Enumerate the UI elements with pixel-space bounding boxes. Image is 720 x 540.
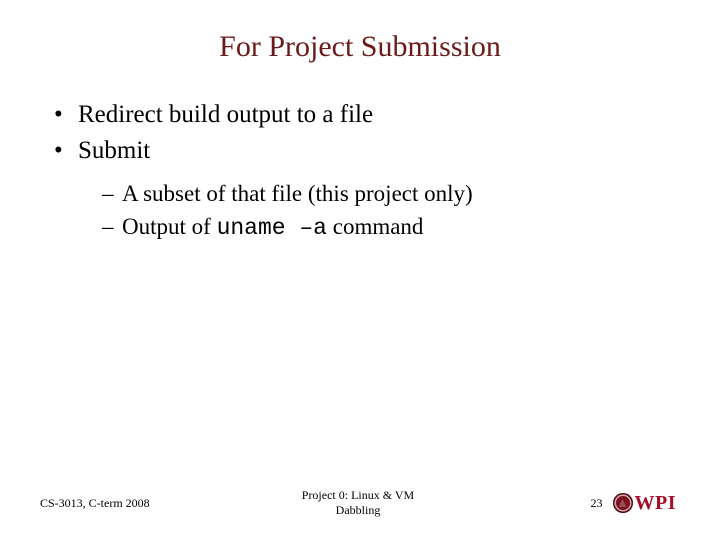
bullet-text: Submit [78, 137, 150, 164]
sub-bullet-text-after: command [327, 214, 423, 239]
sub-bullet-list: A subset of that file (this project only… [102, 178, 670, 244]
bullet-list: Redirect build output to a file Submit A… [54, 98, 670, 244]
sub-bullet-item: A subset of that file (this project only… [102, 178, 670, 209]
sub-bullet-item: Output of uname –a command [102, 211, 670, 244]
slide: For Project Submission Redirect build ou… [0, 0, 720, 540]
sub-bullet-code: uname –a [217, 215, 327, 241]
bullet-item: Submit A subset of that file (this proje… [54, 134, 670, 244]
sub-bullet-text: A subset of that file (this project only… [122, 181, 473, 206]
footer-center-line2: Dabbling [336, 503, 381, 517]
footer-center: Project 0: Linux & VM Dabbling [220, 488, 496, 518]
page-number: 23 [591, 496, 603, 511]
wpi-logo-text: WPI [635, 492, 677, 515]
bullet-text: Redirect build output to a file [78, 101, 373, 128]
footer-right: 23 WPI [496, 492, 676, 515]
footer-center-line1: Project 0: Linux & VM [302, 488, 414, 502]
bullet-item: Redirect build output to a file [54, 98, 670, 132]
slide-title: For Project Submission [50, 30, 670, 64]
wpi-seal-icon [613, 493, 633, 513]
footer-left: CS-3013, C-term 2008 [40, 496, 220, 511]
wpi-logo: WPI [613, 492, 677, 515]
sub-bullet-text-before: Output of [122, 214, 217, 239]
footer: CS-3013, C-term 2008 Project 0: Linux & … [0, 488, 720, 518]
